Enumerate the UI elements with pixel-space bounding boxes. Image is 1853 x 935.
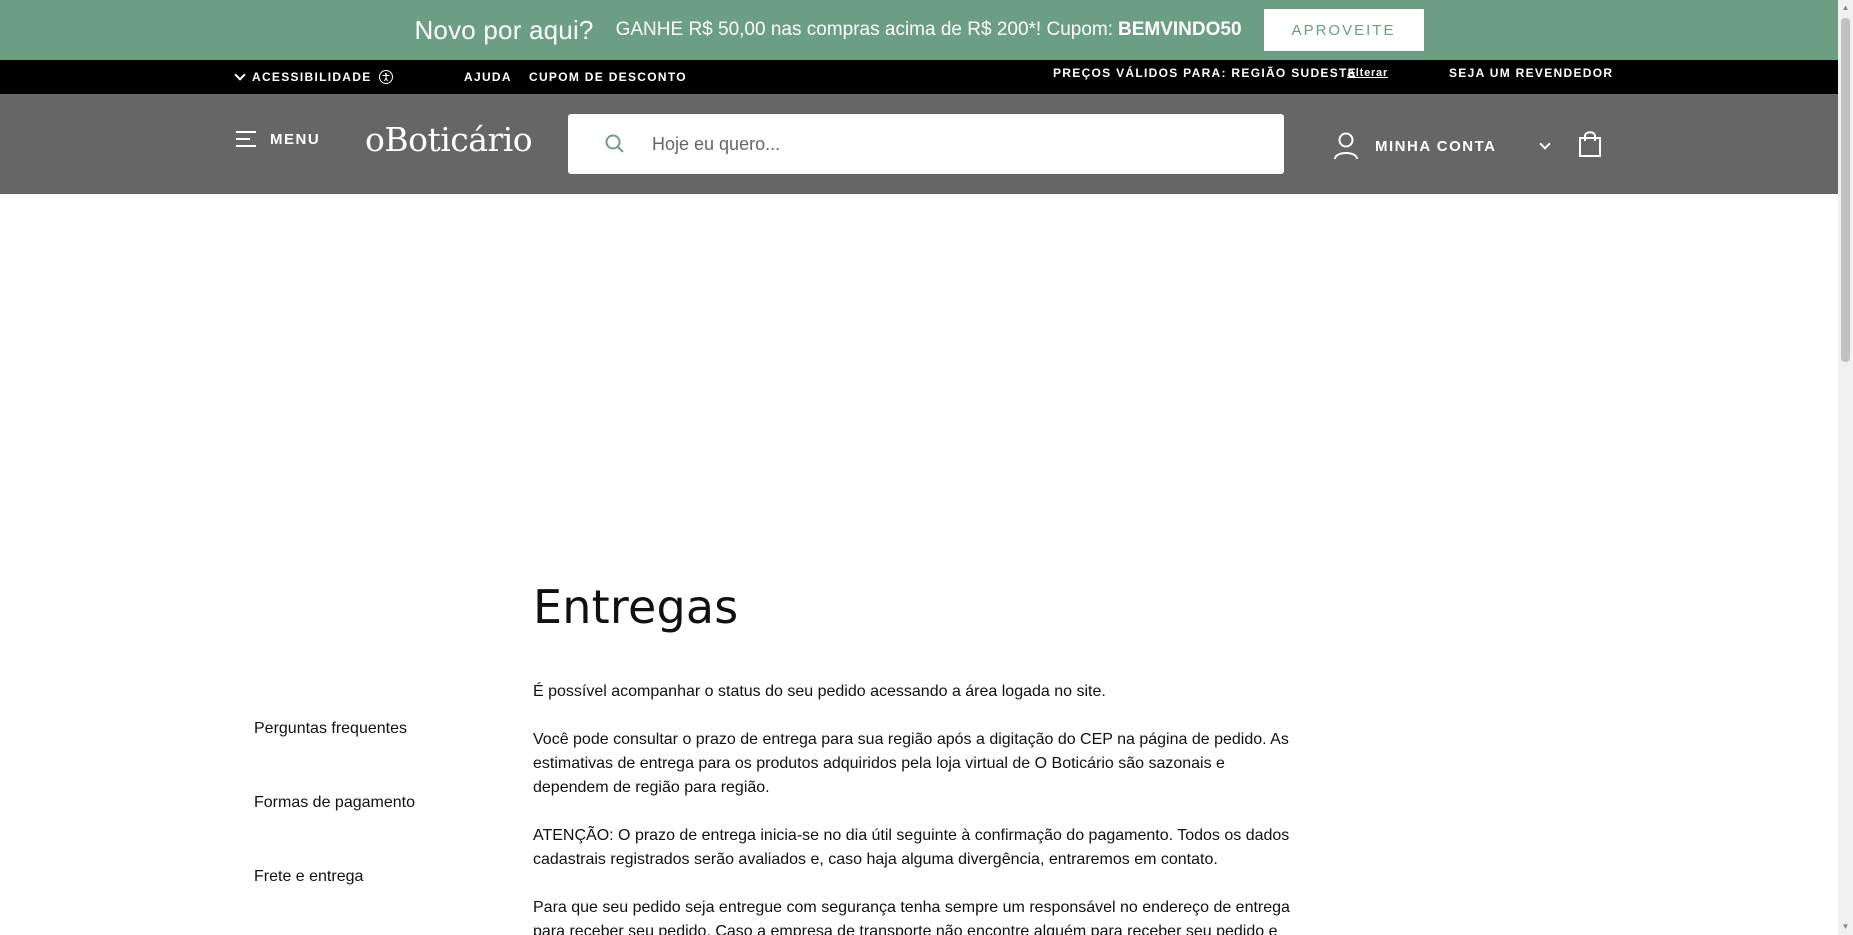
search-icon[interactable] [604,133,626,155]
reseller-link[interactable]: SEJA UM REVENDEDOR [1449,56,1613,90]
scroll-down-icon[interactable]: ▼ [1841,922,1850,932]
help-link[interactable]: AJUDA [464,60,512,94]
account-menu[interactable]: MINHA CONTA [1333,132,1551,160]
page-title: Entregas [533,580,739,634]
main-content: Perguntas frequentes Formas de pagamento… [0,194,1838,935]
user-icon [1334,132,1358,160]
account-label: MINHA CONTA [1375,137,1497,155]
change-region-link[interactable]: Alterar [1347,56,1388,90]
sidebar-item-formas-de-pagamento[interactable]: Formas de pagamento [254,794,415,812]
content-paragraph: Para que seu pedido seja entregue com se… [533,899,1290,935]
content-paragraph: Você pode consultar o prazo de entrega p… [533,731,1289,796]
search-box [568,114,1284,174]
region-label: PREÇOS VÁLIDOS PARA: REGIÃO SUDESTE [1053,66,1357,80]
accessibility-label: ACESSIBILIDADE [252,70,372,84]
chevron-down-icon [1538,138,1551,150]
logo[interactable]: oBoticário [365,120,533,159]
promo-code: BEMVINDO50 [1118,19,1242,40]
sidebar-item-perguntas-frequentes[interactable]: Perguntas frequentes [254,720,407,738]
promo-title: Novo por aqui? [414,14,594,45]
sidebar-item-frete-e-entrega[interactable]: Frete e entrega [254,868,363,886]
hamburger-icon [236,130,256,148]
promo-banner: Novo por aqui? GANHE R$ 50,00 nas compra… [0,0,1838,60]
accessibility-toggle[interactable]: ACESSIBILIDADE [234,60,393,94]
content-paragraph: ATENÇÃO: O prazo de entrega inicia-se no… [533,827,1290,868]
search-input[interactable] [652,114,1252,174]
page: Novo por aqui? GANHE R$ 50,00 nas compra… [0,0,1853,935]
utility-bar: ACESSIBILIDADE AJUDA CUPOM DE DESCONTO P… [0,60,1838,94]
menu-label: MENU [270,130,321,148]
promo-text: GANHE R$ 50,00 nas compras acima de R$ 2… [615,19,1113,40]
menu-button[interactable]: MENU [236,130,320,148]
scrollbar-thumb[interactable] [1841,18,1850,362]
coupon-link[interactable]: CUPOM DE DESCONTO [529,60,687,94]
accessibility-icon [378,70,393,84]
shopping-bag-icon[interactable] [1578,130,1602,158]
aproveite-button[interactable]: APROVEITE [1263,9,1424,51]
chevron-down-icon [234,69,246,81]
scroll-up-icon[interactable]: ▲ [1841,3,1850,13]
main-header: MENU oBoticário MINHA CONTA [0,94,1838,194]
content-paragraph: É possível acompanhar o status do seu pe… [533,683,1106,700]
